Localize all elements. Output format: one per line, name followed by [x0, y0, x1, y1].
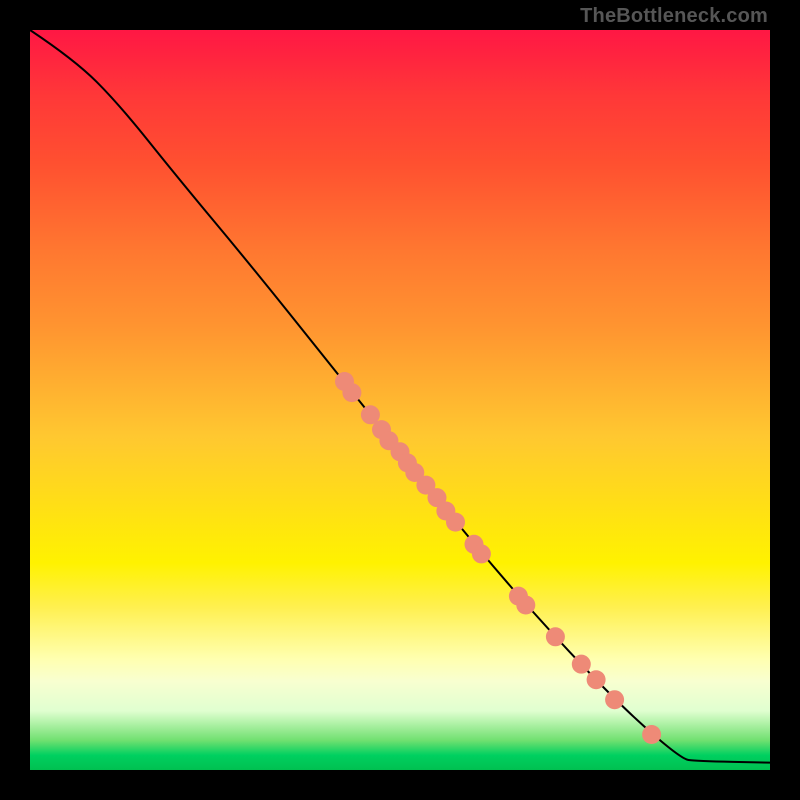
data-point [446, 513, 465, 532]
data-point [605, 690, 624, 709]
data-point [572, 655, 591, 674]
data-point [642, 725, 661, 744]
data-point [342, 383, 361, 402]
chart-container [30, 30, 770, 770]
data-point [546, 627, 565, 646]
chart-svg [30, 30, 770, 770]
data-point [472, 544, 491, 563]
scatter-points-group [335, 372, 661, 744]
data-point [587, 670, 606, 689]
main-curve [30, 30, 770, 763]
watermark-label: TheBottleneck.com [580, 5, 768, 28]
data-point [516, 595, 535, 614]
